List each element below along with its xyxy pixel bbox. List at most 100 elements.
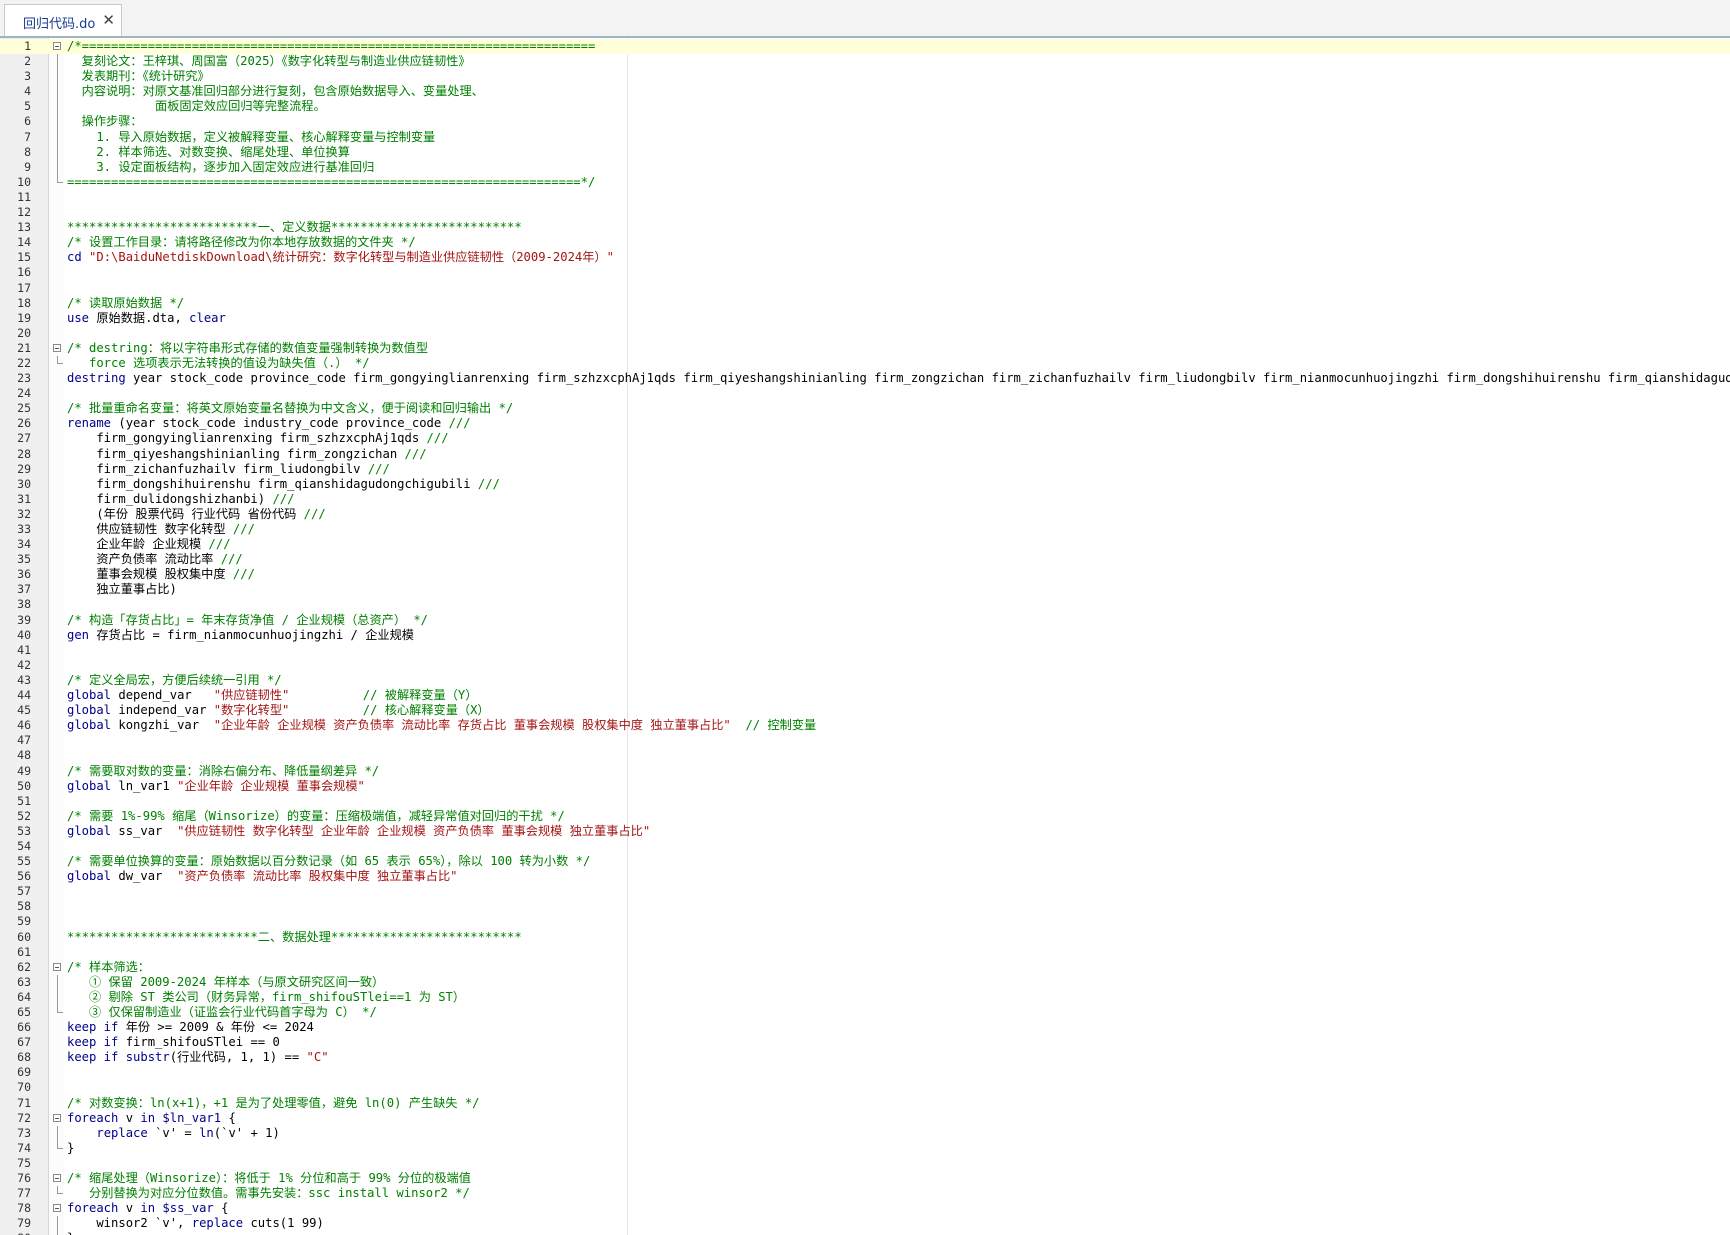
code-line[interactable]: 26 rename (year stock_code industry_code … bbox=[0, 416, 1730, 431]
code-line[interactable]: 80} bbox=[0, 1231, 1730, 1235]
code-line[interactable]: 44 global depend_var "供应链韧性" // 被解释变量（Y） bbox=[0, 688, 1730, 703]
code-line[interactable]: 60 **************************二、数据处理******… bbox=[0, 930, 1730, 945]
code-line[interactable]: 76 /* 缩尾处理（Winsorize）：将低于 1% 分位和高于 99% 分位… bbox=[0, 1171, 1730, 1186]
code-line[interactable]: 6 操作步骤： bbox=[0, 114, 1730, 130]
code-line[interactable]: 58 bbox=[0, 899, 1730, 914]
line-number: 24 bbox=[17, 386, 31, 401]
code-line[interactable]: 77 分别替换为对应分位数值。需事先安装：ssc install winsor2… bbox=[0, 1186, 1730, 1201]
code-line[interactable]: 67 keep if firm_shifouSTlei == 0 bbox=[0, 1035, 1730, 1050]
code-line[interactable]: 4 内容说明：对原文基准回归部分进行复刻，包含原始数据导入、变量处理、 bbox=[0, 84, 1730, 100]
code-line[interactable]: 55 /* 需要单位换算的变量：原始数据以百分数记录（如 65 表示 65%），除… bbox=[0, 854, 1730, 869]
token-kw: foreach bbox=[67, 1110, 126, 1125]
fold-toggle-icon[interactable] bbox=[53, 42, 61, 50]
code-line[interactable]: 27 firm_gongyinglianrenxing firm_szhzxcp… bbox=[0, 431, 1730, 446]
code-line[interactable]: 31 firm_dulidongshizhanbi) /// bbox=[0, 492, 1730, 507]
code-line[interactable]: 42 bbox=[0, 658, 1730, 673]
code-line[interactable]: 20 bbox=[0, 326, 1730, 341]
code-line[interactable]: 62 /* 样本筛选： bbox=[0, 960, 1730, 975]
code-line[interactable]: 66 keep if 年份 >= 2009 & 年份 <= 2024 bbox=[0, 1020, 1730, 1035]
code-editor[interactable]: 1 /*=====================================… bbox=[0, 38, 1730, 1235]
code-line[interactable]: 29 firm_zichanfuzhailv firm_liudongbilv … bbox=[0, 462, 1730, 477]
fold-toggle-icon[interactable] bbox=[53, 962, 61, 971]
code-line[interactable]: 78 foreach v in $ss_var { bbox=[0, 1201, 1730, 1216]
close-icon[interactable]: ✕ bbox=[102, 11, 115, 29]
code-line[interactable]: 48 bbox=[0, 748, 1730, 763]
code-line[interactable]: 68 keep if substr(行业代码, 1, 1) == "C" bbox=[0, 1050, 1730, 1065]
code-line[interactable]: 14 /* 设置工作目录：请将路径修改为你本地存放数据的文件夹 */ bbox=[0, 235, 1730, 250]
code-text: ========================================… bbox=[67, 175, 595, 190]
code-line[interactable]: 51 bbox=[0, 794, 1730, 809]
tab-title: 回归代码.do bbox=[23, 17, 96, 32]
code-line[interactable]: 11 bbox=[0, 190, 1730, 205]
fold-toggle-icon[interactable] bbox=[53, 1113, 61, 1122]
code-line[interactable]: 41 bbox=[0, 643, 1730, 658]
code-line[interactable]: 70 bbox=[0, 1080, 1730, 1095]
code-line[interactable]: 15 cd "D:\BaiduNetdiskDownload\统计研究：数字化转型… bbox=[0, 250, 1730, 265]
token-comment: /* 读取原始数据 */ bbox=[67, 295, 185, 310]
fold-toggle-icon[interactable] bbox=[53, 1204, 61, 1213]
code-line[interactable]: 30 firm_dongshihuirenshu firm_qianshidag… bbox=[0, 477, 1730, 492]
code-line[interactable]: 7 1. 导入原始数据，定义被解释变量、核心解释变量与控制变量 bbox=[0, 129, 1730, 145]
code-line[interactable]: 17 bbox=[0, 281, 1730, 296]
code-line[interactable]: 47 bbox=[0, 733, 1730, 748]
code-line[interactable]: 28 firm_qiyeshangshinianling firm_zongzi… bbox=[0, 447, 1730, 462]
code-line[interactable]: 69 bbox=[0, 1065, 1730, 1080]
code-line[interactable]: 75 bbox=[0, 1156, 1730, 1171]
code-line[interactable]: 24 bbox=[0, 386, 1730, 401]
code-line[interactable]: 35 资产负债率 流动比率 /// bbox=[0, 552, 1730, 567]
code-line[interactable]: 53 global ss_var "供应链韧性 数字化转型 企业年龄 企业规模 资… bbox=[0, 824, 1730, 839]
code-line[interactable]: 46 global kongzhi_var "企业年龄 企业规模 资产负债率 流动… bbox=[0, 718, 1730, 733]
code-line[interactable]: 18 /* 读取原始数据 */ bbox=[0, 296, 1730, 311]
line-number: 50 bbox=[17, 778, 31, 793]
fold-toggle-icon[interactable] bbox=[53, 343, 61, 352]
code-line[interactable]: 1 /*=====================================… bbox=[0, 39, 1730, 55]
code-line[interactable]: 73 replace `v' = ln(`v' + 1) bbox=[0, 1125, 1730, 1141]
code-line[interactable]: 19 use 原始数据.dta, clear bbox=[0, 311, 1730, 326]
tab-bar: 回归代码.do ✕ bbox=[0, 0, 1730, 37]
tab-regression-do-file[interactable]: 回归代码.do ✕ bbox=[4, 4, 122, 36]
code-line[interactable]: 38 bbox=[0, 597, 1730, 612]
code-line[interactable]: 74} bbox=[0, 1140, 1730, 1156]
code-line[interactable]: 52 /* 需要 1%-99% 缩尾（Winsorize）的变量：压缩极端值，减轻… bbox=[0, 809, 1730, 824]
code-line[interactable]: 23 destring year stock_code province_code… bbox=[0, 371, 1730, 386]
code-line[interactable]: 54 bbox=[0, 839, 1730, 854]
code-line[interactable]: 33 供应链韧性 数字化转型 /// bbox=[0, 522, 1730, 537]
code-line[interactable]: 61 bbox=[0, 945, 1730, 960]
code-line[interactable]: 9 3. 设定面板结构，逐步加入固定效应进行基准回归 bbox=[0, 159, 1730, 175]
code-line[interactable]: 40 gen 存货占比 = firm_nianmocunhuojingzhi / … bbox=[0, 628, 1730, 643]
code-line[interactable]: 65 ③ 仅保留制造业（证监会行业代码首字母为 C） */ bbox=[0, 1005, 1730, 1020]
code-line[interactable]: 56 global dw_var "资产负债率 流动比率 股权集中度 独立董事占比… bbox=[0, 869, 1730, 884]
code-line[interactable]: 13 **************************一、定义数据******… bbox=[0, 220, 1730, 235]
fold-toggle-icon[interactable] bbox=[53, 1174, 61, 1183]
code-line[interactable]: 34 企业年龄 企业规模 /// bbox=[0, 537, 1730, 552]
code-line[interactable]: 8 2. 样本筛选、对数变换、缩尾处理、单位换算 bbox=[0, 144, 1730, 160]
code-text: use 原始数据.dta, clear bbox=[67, 311, 226, 326]
token-comment: 发表期刊：《统计研究》 bbox=[67, 69, 210, 84]
code-line[interactable]: 37 独立董事占比) bbox=[0, 582, 1730, 597]
code-line[interactable]: 43 /* 定义全局宏，方便后续统一引用 */ bbox=[0, 673, 1730, 688]
code-line[interactable]: 72 foreach v in $ln_var1 { bbox=[0, 1111, 1730, 1126]
code-line[interactable]: 49 /* 需要取对数的变量：消除右偏分布、降低量纲差异 */ bbox=[0, 764, 1730, 779]
code-line[interactable]: 63 ① 保留 2009-2024 年样本（与原文研究区间一致） bbox=[0, 974, 1730, 990]
code-line[interactable]: 10 ======================================… bbox=[0, 174, 1730, 190]
code-line[interactable]: 50 global ln_var1 "企业年龄 企业规模 董事会规模" bbox=[0, 779, 1730, 794]
code-line[interactable]: 3 发表期刊：《统计研究》 bbox=[0, 69, 1730, 85]
code-line[interactable]: 79 winsor2 `v', replace cuts(1 99) bbox=[0, 1216, 1730, 1232]
code-line[interactable]: 22 force 选项表示无法转换的值设为缺失值（.） */ bbox=[0, 355, 1730, 371]
code-line[interactable]: 36 董事会规模 股权集中度 /// bbox=[0, 567, 1730, 582]
code-line[interactable]: 5 面板固定效应回归等完整流程。 bbox=[0, 99, 1730, 115]
code-line[interactable]: 39 /* 构造「存货占比」= 年末存货净值 / 企业规模（总资产） */ bbox=[0, 613, 1730, 628]
code-line[interactable]: 2 复刻论文：王梓琪、周国富（2025）《数字化转型与制造业供应链韧性》 bbox=[0, 54, 1730, 70]
code-line[interactable]: 21 /* destring：将以字符串形式存储的数值变量强制转换为数值型 bbox=[0, 341, 1730, 356]
code-line[interactable]: 71 /* 对数变换：ln(x+1)，+1 是为了处理零值，避免 ln(0) 产生… bbox=[0, 1096, 1730, 1111]
code-line[interactable]: 12 bbox=[0, 205, 1730, 220]
code-text: } bbox=[67, 1231, 74, 1235]
code-line[interactable]: 45 global independ_var "数字化转型" // 核心解释变量（… bbox=[0, 703, 1730, 718]
code-line[interactable]: 32 (年份 股票代码 行业代码 省份代码 /// bbox=[0, 507, 1730, 522]
code-line[interactable]: 59 bbox=[0, 914, 1730, 929]
code-line[interactable]: 64 ② 剔除 ST 类公司（财务异常，firm_shifouSTlei==1 … bbox=[0, 989, 1730, 1005]
code-line[interactable]: 16 bbox=[0, 265, 1730, 280]
code-line[interactable]: 25 /* 批量重命名变量：将英文原始变量名替换为中文含义，便于阅读和回归输出 *… bbox=[0, 401, 1730, 416]
token-plain: 独立董事占比) bbox=[67, 582, 177, 597]
code-line[interactable]: 57 bbox=[0, 884, 1730, 899]
